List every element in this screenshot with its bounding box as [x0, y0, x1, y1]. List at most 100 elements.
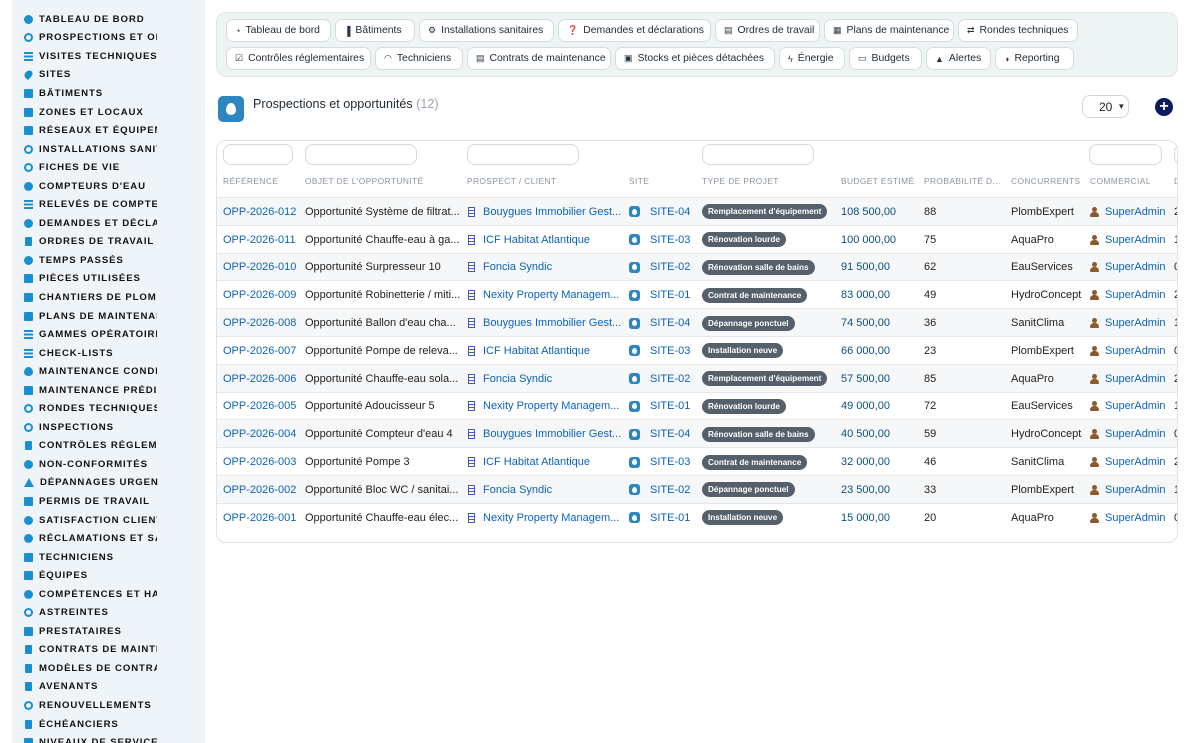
filter-objet[interactable]	[305, 144, 417, 165]
sidebar-item-36[interactable]: AVENANTS	[12, 678, 205, 697]
sales-rep-link[interactable]: SuperAdmin	[1105, 400, 1166, 412]
table-row[interactable]: OPP-2026-002 Opportunité Bloc WC / sanita…	[217, 475, 1177, 503]
sidebar-item-33[interactable]: PRESTATAIRES	[12, 622, 205, 641]
client-link[interactable]: ICF Habitat Atlantique	[483, 345, 590, 357]
sidebar-item-10[interactable]: RELEVÉS DE COMPTEURS	[12, 195, 205, 214]
table-row[interactable]: OPP-2026-005 Opportunité Adoucisseur 5 Nex…	[217, 391, 1177, 420]
sidebar-item-26[interactable]: PERMIS DE TRAVAIL	[12, 492, 205, 511]
site-link[interactable]: SITE-01	[650, 512, 690, 524]
sidebar-item-24[interactable]: NON-CONFORMITÉS	[12, 455, 205, 474]
sidebar-item-39[interactable]: NIVEAUX DE SERVICE (SLA)	[12, 733, 205, 743]
table-row[interactable]: OPP-2026-006 Opportunité Chauffe-eau sola…	[217, 363, 1177, 392]
client-link[interactable]: Bouygues Immobilier Gest...	[483, 206, 621, 218]
sidebar-item-16[interactable]: PLANS DE MAINTENANCE	[12, 307, 205, 326]
table-row[interactable]: OPP-2026-011 Opportunité Chauffe-eau à ga…	[217, 224, 1177, 253]
reference-link[interactable]: OPP-2026-009	[223, 289, 296, 301]
site-link[interactable]: SITE-04	[650, 317, 690, 329]
site-link[interactable]: SITE-04	[650, 428, 690, 440]
site-link[interactable]: SITE-03	[650, 456, 690, 468]
table-row[interactable]: OPP-2026-010 Opportunité Surpresseur 10 Fo…	[217, 252, 1177, 281]
reference-link[interactable]: OPP-2026-004	[223, 428, 296, 440]
sidebar-item-3[interactable]: SITES	[12, 66, 205, 85]
column-header[interactable]: RÉFÉRENCE	[223, 176, 278, 186]
sales-rep-link[interactable]: SuperAdmin	[1105, 261, 1166, 273]
site-link[interactable]: SITE-02	[650, 261, 690, 273]
sidebar-item-20[interactable]: MAINTENANCE PRÉDICTIVE	[12, 381, 205, 400]
sidebar-item-1[interactable]: PROSPECTIONS ET OPPORTUNITÉS	[12, 29, 205, 48]
sidebar-item-28[interactable]: RÉCLAMATIONS ET SAV	[12, 529, 205, 548]
sidebar-item-38[interactable]: ÉCHÉANCIERS	[12, 715, 205, 734]
reference-link[interactable]: OPP-2026-011	[223, 234, 296, 246]
sidebar-item-30[interactable]: ÉQUIPES	[12, 566, 205, 585]
nav-clipboard-button[interactable]: ▤ Ordres de travail	[715, 19, 820, 42]
sidebar-item-9[interactable]: COMPTEURS D'EAU	[12, 177, 205, 196]
client-link[interactable]: Nexity Property Managem...	[483, 512, 619, 524]
sidebar-item-5[interactable]: ZONES ET LOCAUX	[12, 103, 205, 122]
reference-link[interactable]: OPP-2026-006	[223, 373, 296, 385]
sidebar-item-31[interactable]: COMPÉTENCES ET HABILITATIONS	[12, 585, 205, 604]
sidebar-item-13[interactable]: TEMPS PASSÉS	[12, 251, 205, 270]
reference-link[interactable]: OPP-2026-012	[223, 206, 296, 218]
sidebar-item-27[interactable]: SATISFACTION CLIENT	[12, 511, 205, 530]
filter-client[interactable]	[467, 144, 579, 165]
nav-bell-button[interactable]: ▲ Alertes	[926, 47, 991, 70]
column-header[interactable]: TYPE DE PROJET	[702, 176, 779, 186]
client-link[interactable]: ICF Habitat Atlantique	[483, 234, 590, 246]
column-header[interactable]: SITE	[629, 176, 649, 186]
nav-money-button[interactable]: ▭ Budgets	[849, 47, 922, 70]
sales-rep-link[interactable]: SuperAdmin	[1105, 484, 1166, 496]
reference-link[interactable]: OPP-2026-007	[223, 345, 296, 357]
sales-rep-link[interactable]: SuperAdmin	[1105, 512, 1166, 524]
column-header[interactable]: PROBABILITÉ D...	[924, 176, 1001, 186]
sidebar-item-29[interactable]: TECHNICIENS	[12, 548, 205, 567]
sales-rep-link[interactable]: SuperAdmin	[1105, 234, 1166, 246]
column-header[interactable]: OBJET DE L'OPPORTUNITÉ	[305, 176, 424, 186]
client-link[interactable]: Bouygues Immobilier Gest...	[483, 317, 621, 329]
sidebar-item-22[interactable]: INSPECTIONS	[12, 418, 205, 437]
client-link[interactable]: ICF Habitat Atlantique	[483, 456, 590, 468]
sidebar-item-12[interactable]: ORDRES DE TRAVAIL	[12, 233, 205, 252]
add-opportunity-button[interactable]: +	[1155, 98, 1173, 116]
sidebar-item-6[interactable]: RÉSEAUX ET ÉQUIPEMENTS	[12, 121, 205, 140]
nav-route-button[interactable]: ⇄ Rondes techniques	[958, 19, 1078, 42]
nav-dashboard-button[interactable]: ◔ Tableau de bord	[226, 19, 331, 42]
table-row[interactable]: OPP-2026-001 Opportunité Chauffe-eau élec…	[217, 502, 1177, 531]
nav-boxes-button[interactable]: ▣ Stocks et pièces détachées	[615, 47, 775, 70]
nav-question-button[interactable]: ❓ Demandes et déclarations	[558, 19, 711, 42]
nav-file-contract-button[interactable]: ▤ Contrats de maintenance	[467, 47, 611, 70]
nav-cogs-button[interactable]: ⚙ Installations sanitaires	[419, 19, 554, 42]
client-link[interactable]: Foncia Syndic	[483, 484, 552, 496]
column-header[interactable]: BUDGET ESTIMÉ	[841, 176, 914, 186]
site-link[interactable]: SITE-02	[650, 484, 690, 496]
sidebar-item-11[interactable]: DEMANDES ET DÉCLARATIONS	[12, 214, 205, 233]
sidebar-item-15[interactable]: CHANTIERS DE PLOMBERIE	[12, 288, 205, 307]
nav-clipboard-check-button[interactable]: ☑ Contrôles réglementaires	[226, 47, 371, 70]
table-row[interactable]: OPP-2026-007 Opportunité Pompe de releva.…	[217, 336, 1177, 364]
sidebar-item-34[interactable]: CONTRATS DE MAINTENANCE	[12, 641, 205, 660]
site-link[interactable]: SITE-01	[650, 400, 690, 412]
reference-link[interactable]: OPP-2026-008	[223, 317, 296, 329]
reference-link[interactable]: OPP-2026-002	[223, 484, 296, 496]
table-row[interactable]: OPP-2026-008 Opportunité Ballon d'eau cha…	[217, 308, 1177, 336]
sidebar-item-17[interactable]: GAMMES OPÉRATOIRES	[12, 325, 205, 344]
sidebar-item-32[interactable]: ASTREINTES	[12, 604, 205, 623]
reference-link[interactable]: OPP-2026-005	[223, 400, 296, 412]
filter-commercial[interactable]	[1089, 144, 1162, 165]
client-link[interactable]: Foncia Syndic	[483, 261, 552, 273]
sidebar-item-21[interactable]: RONDES TECHNIQUES	[12, 399, 205, 418]
filter-extra[interactable]	[1174, 144, 1177, 165]
sales-rep-link[interactable]: SuperAdmin	[1105, 456, 1166, 468]
sidebar-item-35[interactable]: MODÈLES DE CONTRATS	[12, 659, 205, 678]
client-link[interactable]: Bouygues Immobilier Gest...	[483, 428, 621, 440]
sales-rep-link[interactable]: SuperAdmin	[1105, 317, 1166, 329]
column-header[interactable]: D	[1174, 176, 1177, 186]
site-link[interactable]: SITE-01	[650, 289, 690, 301]
nav-bolt-button[interactable]: ϟ Énergie	[779, 47, 845, 70]
nav-helmet-button[interactable]: ◠ Techniciens	[375, 47, 463, 70]
site-link[interactable]: SITE-03	[650, 234, 690, 246]
table-row[interactable]: OPP-2026-003 Opportunité Pompe 3 ICF Habit…	[217, 447, 1177, 475]
sidebar-item-25[interactable]: DÉPANNAGES URGENTS	[12, 474, 205, 493]
reference-link[interactable]: OPP-2026-010	[223, 261, 296, 273]
page-size-select[interactable]: 20 ▼	[1082, 95, 1129, 118]
nav-building-button[interactable]: ▐ Bâtiments	[335, 19, 415, 42]
